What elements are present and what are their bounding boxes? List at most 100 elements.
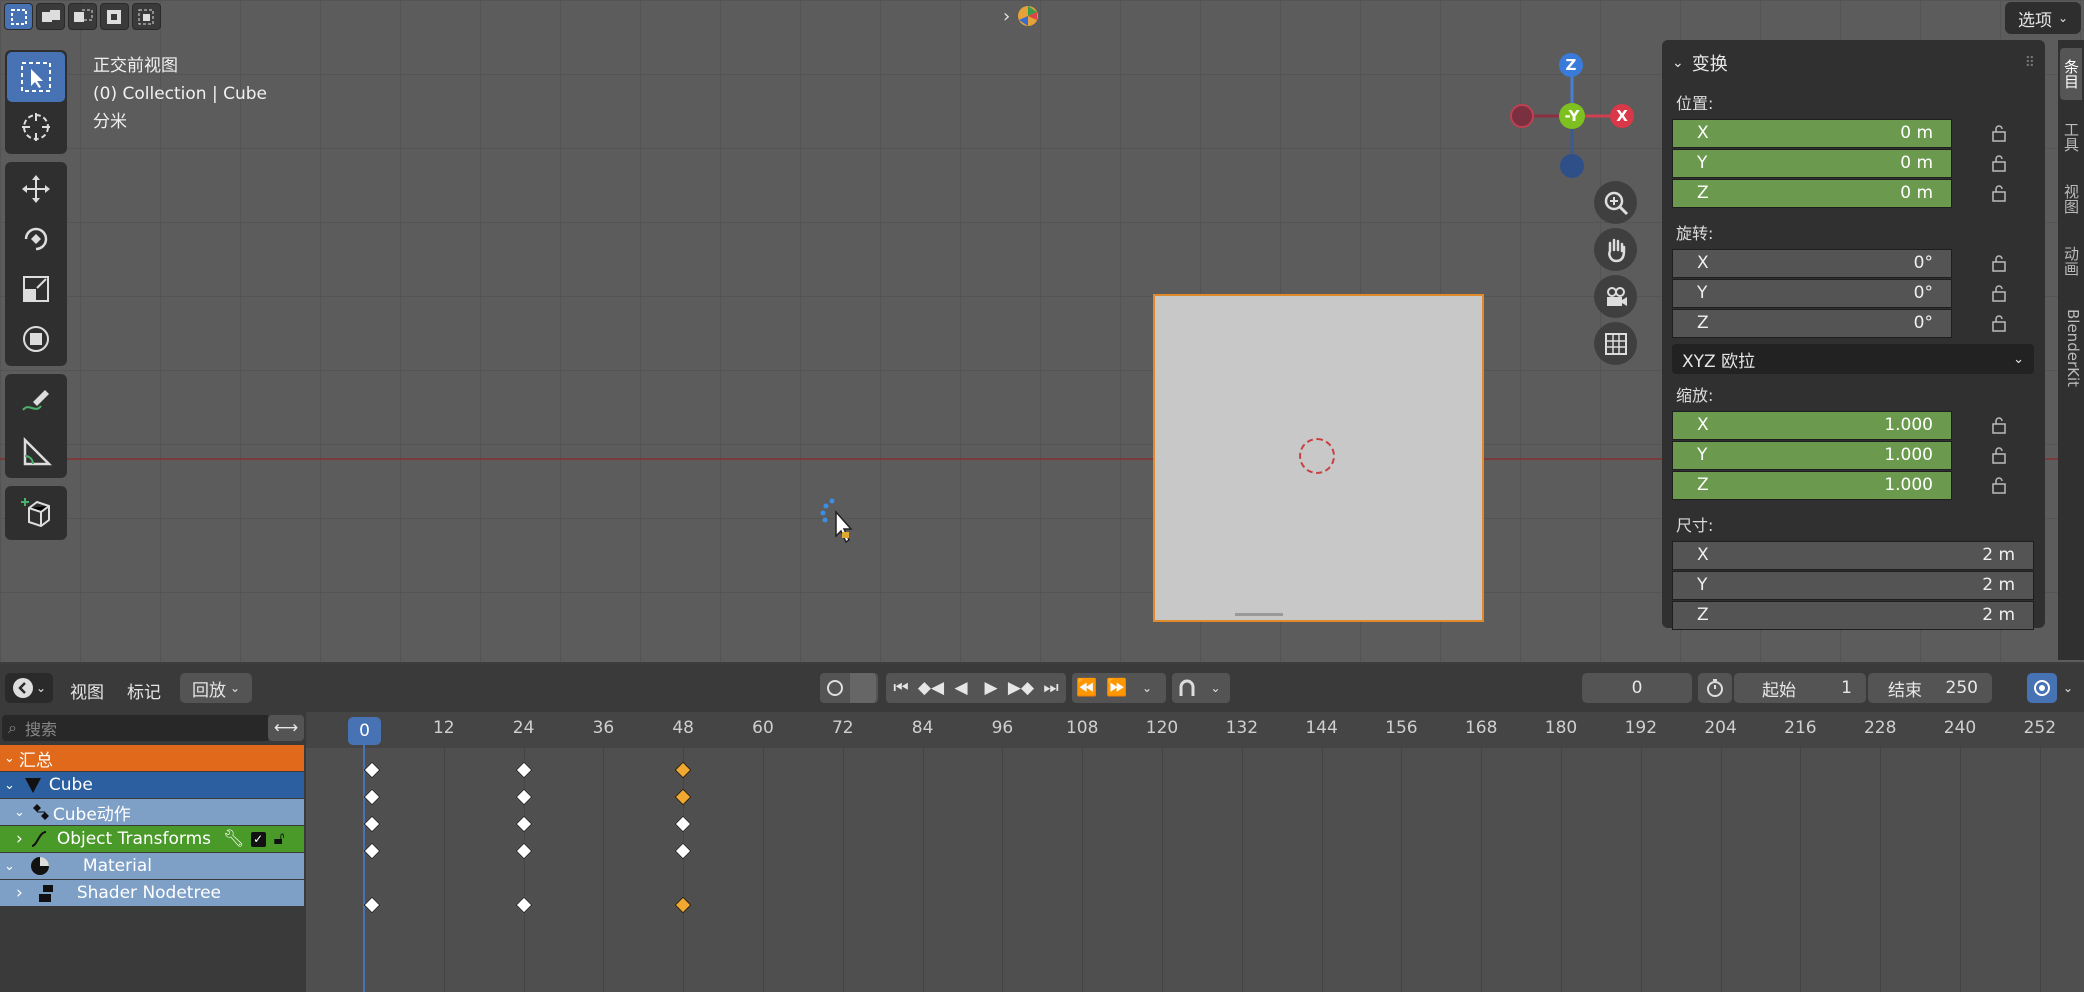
gizmo-neg-x-axis[interactable] (1510, 104, 1534, 128)
tab-blenderkit[interactable]: BlenderKit (2060, 298, 2082, 398)
dopesheet-keyframe-area[interactable]: 12 24 36 48 60 72 84 96 108 120 132 144 156 168 180 192… (306, 712, 2084, 992)
gizmo-x-axis[interactable]: X (1610, 104, 1634, 128)
swap-icon[interactable]: ⟷ (268, 715, 304, 741)
keyframe[interactable] (674, 815, 692, 833)
gizmo-z-axis[interactable]: Z (1559, 53, 1583, 77)
keyframe[interactable] (674, 896, 692, 914)
tab-item[interactable]: 条目 (2060, 48, 2082, 100)
playhead[interactable] (363, 745, 365, 992)
rotation-x-field[interactable]: X 0° (1672, 248, 1952, 278)
lock-icon[interactable] (1990, 314, 2008, 332)
menu-view[interactable]: 视图 (70, 678, 104, 703)
menu-marker[interactable]: 标记 (127, 678, 161, 703)
location-x-field[interactable]: X0 m (1672, 118, 1952, 148)
frame-ruler[interactable]: 12 24 36 48 60 72 84 96 108 120 132 144 156 168 180 192… (306, 712, 2084, 748)
tab-view[interactable]: 视图 (2060, 174, 2082, 224)
lock-icon[interactable] (1990, 254, 2008, 272)
dimensions-y-field[interactable]: Y2 m (1672, 570, 2034, 600)
transform-tool-icon[interactable] (7, 314, 65, 364)
channel-object-transforms[interactable]: › Object Transforms 🔧︎ ✓ 🔓︎ (0, 826, 304, 852)
scale-tool-icon[interactable] (7, 264, 65, 314)
prev-keyframe-icon[interactable]: ◆◀ (916, 673, 946, 703)
lock-icon[interactable] (1990, 184, 2008, 202)
lock-icon[interactable] (1990, 446, 2008, 464)
3d-viewport[interactable]: › 选项 ⌄ 正交前视图 (0) Collection | Cube 分米 Z -… (0, 0, 2084, 662)
channel-shader-nodetree[interactable]: › Shader Nodetree (0, 880, 304, 906)
lock-icon[interactable] (1990, 154, 2008, 172)
navigation-gizmo[interactable]: Z -Y X (1500, 50, 1650, 180)
grid-view-icon[interactable] (1594, 322, 1637, 365)
tab-animation[interactable]: 动画 (2060, 236, 2082, 286)
next-keyframe-icon[interactable]: ▶◆ (1006, 673, 1036, 703)
channel-material[interactable]: ⌄ Material (0, 853, 304, 879)
keyframe[interactable] (363, 842, 381, 860)
channel-action[interactable]: ⌄ Cube动作 (0, 799, 304, 825)
start-frame-field[interactable]: 起始 1 (1734, 673, 1866, 703)
channel-search-input[interactable]: ⌕ 搜索 (2, 715, 270, 741)
editor-type-button[interactable]: ⌄ (5, 673, 53, 703)
end-frame-field[interactable]: 结束 250 (1868, 673, 1992, 703)
keyframe[interactable] (674, 761, 692, 779)
cursor-tool-icon[interactable] (7, 102, 65, 152)
keyframe[interactable] (363, 761, 381, 779)
editor-type-switch[interactable]: › (1003, 4, 1040, 28)
lock-icon[interactable]: 🔓︎ (274, 829, 285, 849)
rotation-mode-select[interactable]: XYZ 欧拉 ⌄ (1672, 344, 2034, 374)
chevron-down-icon[interactable]: ⌄ (1132, 673, 1162, 703)
dimensions-z-field[interactable]: Z2 m (1672, 600, 2034, 630)
select-box-mode-icon[interactable] (4, 3, 33, 30)
select-invert-icon[interactable] (100, 3, 129, 30)
keyframe[interactable] (515, 842, 533, 860)
rotate-tool-icon[interactable] (7, 214, 65, 264)
drag-handle-icon[interactable]: ⠿ (2025, 55, 2035, 71)
keyframe[interactable] (674, 788, 692, 806)
jump-end-icon[interactable]: ⏭ (1036, 673, 1066, 703)
view-settings-button[interactable]: ⌄ (2020, 673, 2080, 703)
transform-panel-header[interactable]: ⌄ 变换 ⠿ (1672, 48, 2035, 78)
lock-icon[interactable] (1990, 476, 2008, 494)
select-subtract-icon[interactable] (68, 3, 97, 30)
location-z-field[interactable]: Z0 m (1672, 178, 1952, 208)
dimensions-x-field[interactable]: X2 m (1672, 540, 2034, 570)
select-extend-icon[interactable] (36, 3, 65, 30)
keyframe[interactable] (674, 842, 692, 860)
gizmo-neg-z-axis[interactable] (1560, 154, 1584, 178)
step-back-icon[interactable]: ⏪ (1072, 673, 1102, 703)
keyframe[interactable] (515, 896, 533, 914)
options-button[interactable]: 选项 ⌄ (2005, 2, 2081, 34)
rotation-y-field[interactable]: Y 0° (1672, 278, 1952, 308)
tab-tool[interactable]: 工具 (2060, 112, 2082, 162)
keyframe[interactable] (363, 896, 381, 914)
pan-hand-icon[interactable] (1594, 228, 1637, 271)
keyframe[interactable] (515, 761, 533, 779)
select-intersect-icon[interactable] (132, 3, 161, 30)
selected-cube-object[interactable] (1153, 294, 1484, 622)
step-forward-icon[interactable]: ⏩ (1102, 673, 1132, 703)
play-reverse-icon[interactable]: ◀ (946, 673, 976, 703)
annotate-tool-icon[interactable] (7, 376, 65, 426)
scale-z-field[interactable]: Z 1.000 (1672, 470, 1952, 500)
current-frame-indicator[interactable]: 0 (348, 717, 381, 745)
keyframe[interactable] (515, 815, 533, 833)
channel-summary[interactable]: ⌄ 汇总 (0, 745, 304, 771)
keyframe[interactable] (363, 788, 381, 806)
gizmo-neg-y-axis[interactable]: -Y (1559, 103, 1585, 129)
measure-tool-icon[interactable] (7, 426, 65, 476)
lock-icon[interactable] (1990, 124, 2008, 142)
select-tool-icon[interactable] (7, 52, 65, 102)
play-icon[interactable]: ▶ (976, 673, 1006, 703)
lock-icon[interactable] (1990, 284, 2008, 302)
current-frame-field[interactable]: 0 (1582, 673, 1692, 703)
location-y-field[interactable]: Y0 m (1672, 148, 1952, 178)
rotation-z-field[interactable]: Z 0° (1672, 308, 1952, 338)
jump-start-icon[interactable]: ⏮ (886, 673, 916, 703)
playback-menu[interactable]: 回放 ⌄ (180, 673, 252, 703)
stopwatch-icon[interactable] (1698, 673, 1732, 703)
lock-icon[interactable] (1990, 416, 2008, 434)
camera-view-icon[interactable] (1594, 275, 1637, 318)
keyframe[interactable] (363, 815, 381, 833)
snapping-toggle[interactable]: ⌄ (1172, 673, 1230, 703)
scale-y-field[interactable]: Y 1.000 (1672, 440, 1952, 470)
add-cube-tool-icon[interactable] (7, 488, 65, 538)
move-tool-icon[interactable] (7, 164, 65, 214)
